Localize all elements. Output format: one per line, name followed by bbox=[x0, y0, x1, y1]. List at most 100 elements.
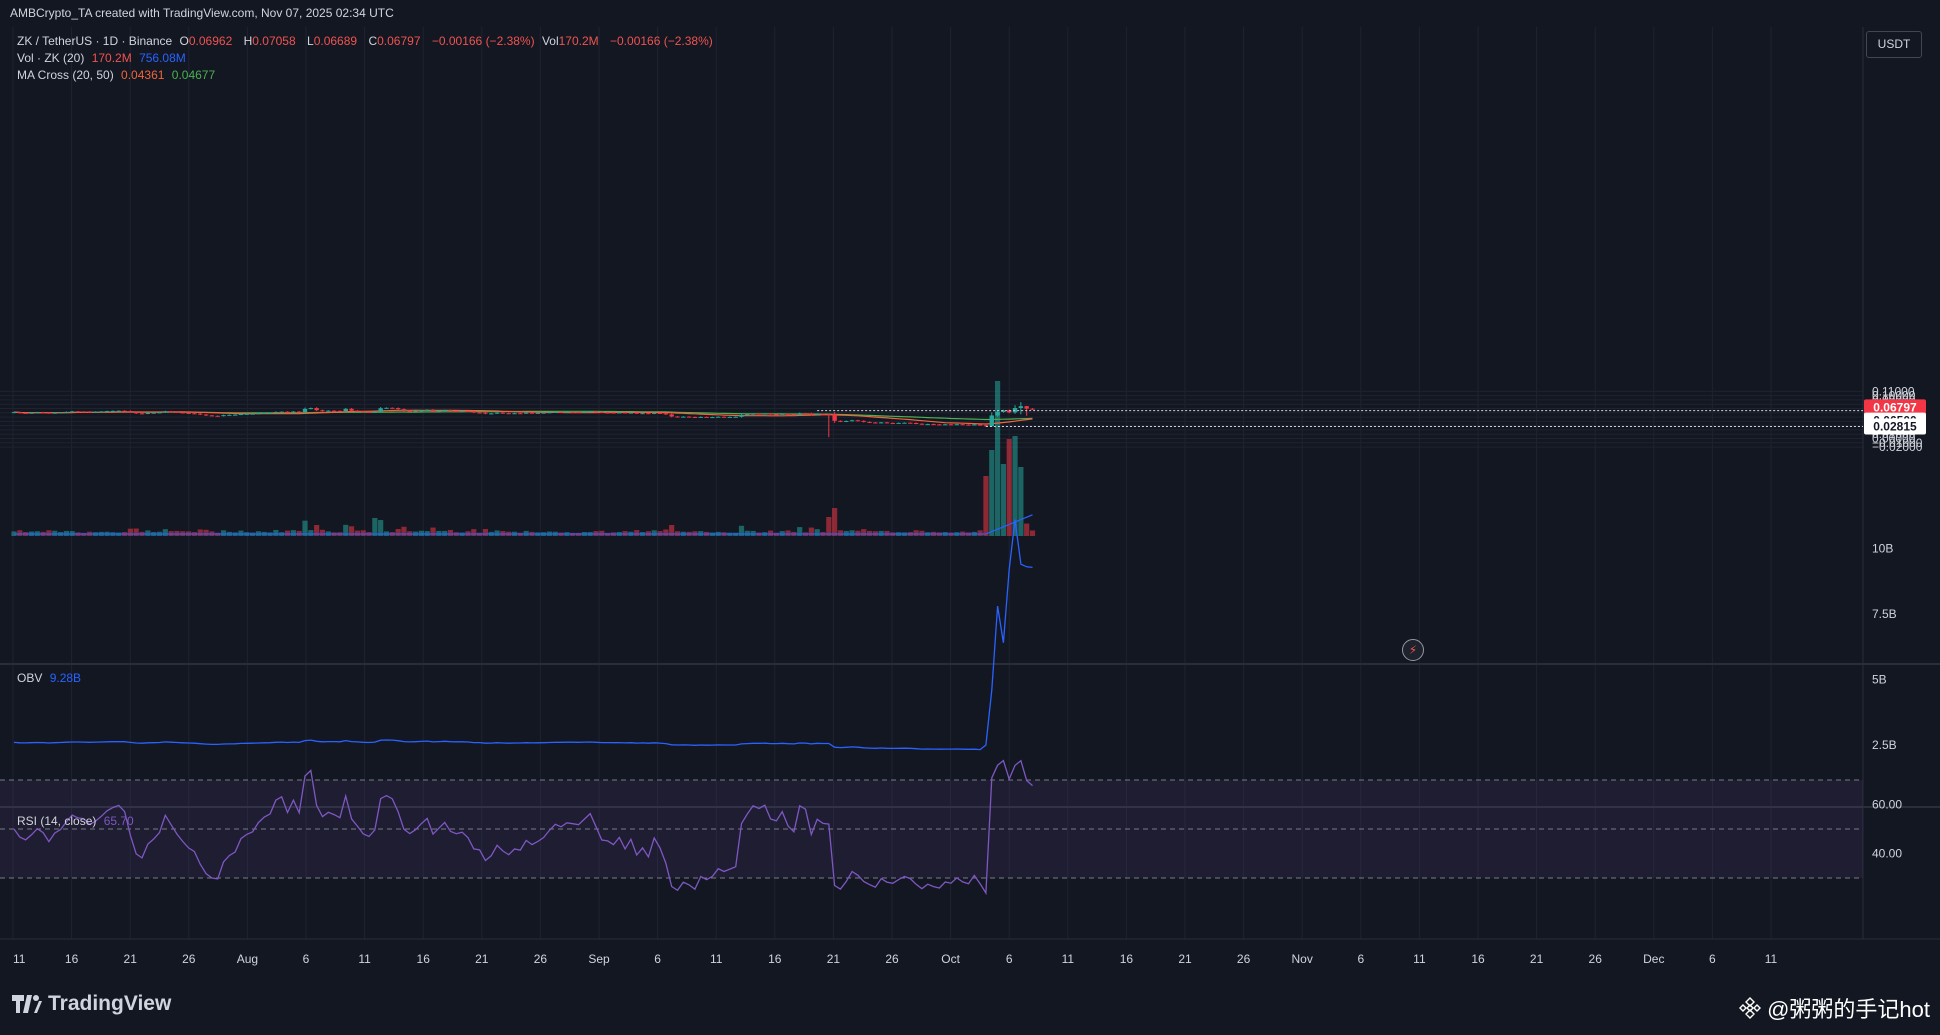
time-axis-label: 21 bbox=[475, 952, 489, 966]
volume-bar bbox=[395, 529, 401, 536]
volume-bar bbox=[599, 530, 605, 536]
candle-body bbox=[500, 412, 506, 414]
candle-body bbox=[81, 411, 87, 413]
candle-body bbox=[657, 412, 663, 414]
time-axis-label: 26 bbox=[182, 952, 196, 966]
candle-body bbox=[523, 412, 529, 414]
candle-body bbox=[768, 413, 773, 415]
candle-body bbox=[803, 413, 808, 415]
candle-body bbox=[29, 412, 34, 414]
obv-value: 9.28B bbox=[49, 671, 82, 685]
candle-body bbox=[1018, 406, 1024, 408]
candle-body bbox=[395, 408, 401, 410]
obv-legend[interactable]: OBV 9.28B bbox=[17, 671, 85, 685]
volume-value: 170.2M bbox=[91, 51, 132, 65]
candle-body bbox=[314, 408, 319, 411]
ma-indicator-name[interactable]: MA Cross (20, 50) bbox=[17, 68, 114, 82]
volume-bar bbox=[17, 530, 23, 536]
candle-body bbox=[634, 412, 639, 414]
volume-bar bbox=[1029, 530, 1036, 536]
candle-body bbox=[931, 424, 936, 426]
candle-body bbox=[186, 412, 191, 414]
candle-body bbox=[128, 410, 133, 413]
candle-body bbox=[832, 414, 837, 421]
candle-body bbox=[46, 412, 52, 414]
time-axis-label: 6 bbox=[1357, 952, 1364, 966]
candle-body bbox=[750, 413, 756, 415]
rsi-value: 65.70 bbox=[103, 814, 134, 828]
obv-axis-label: 7.5B bbox=[1872, 607, 1897, 621]
candle-body bbox=[198, 413, 203, 415]
candle-body bbox=[599, 411, 605, 413]
lightning-icon[interactable]: ⚡ bbox=[1402, 639, 1424, 661]
time-axis-label: 16 bbox=[1120, 952, 1134, 966]
rsi-indicator-name[interactable]: RSI (14, close) bbox=[17, 814, 96, 828]
candle-body bbox=[977, 424, 983, 426]
candle-body bbox=[430, 409, 436, 412]
candle-body bbox=[296, 411, 302, 413]
candle-body bbox=[960, 424, 965, 426]
chart-canvas[interactable]: 0.110000.100000.090000.080000.070000.060… bbox=[0, 27, 1940, 978]
symbol-name[interactable]: ZK / TetherUS · 1D · Binance bbox=[17, 34, 172, 48]
candle-body bbox=[966, 424, 971, 426]
time-axis-label: 6 bbox=[303, 952, 310, 966]
volume-bar bbox=[1024, 523, 1030, 536]
obv-indicator-name[interactable]: OBV bbox=[17, 671, 42, 685]
volume-bar bbox=[797, 527, 803, 536]
candle-body bbox=[320, 410, 325, 412]
binance-diamond-icon bbox=[1739, 997, 1762, 1019]
candle-body bbox=[285, 411, 290, 413]
volume-ma-value: 756.08M bbox=[139, 51, 186, 65]
volume-bar bbox=[744, 530, 750, 536]
candle-body bbox=[250, 413, 255, 415]
candle-body bbox=[692, 416, 698, 418]
candle-body bbox=[11, 412, 17, 414]
volume-bar bbox=[203, 529, 209, 536]
candle-body bbox=[745, 414, 750, 416]
symbol-legend[interactable]: ZK / TetherUS · 1D · Binance O0.06962 H0… bbox=[17, 34, 717, 48]
candle-body bbox=[407, 410, 412, 412]
time-axis-label: 11 bbox=[1062, 952, 1075, 966]
volume-legend[interactable]: Vol · ZK (20) 170.2M 756.08M bbox=[17, 51, 190, 65]
footer: TradingView @粥粥的手记hot bbox=[0, 978, 1940, 1035]
candle-body bbox=[168, 411, 174, 413]
candle-body bbox=[139, 413, 145, 415]
candle-body bbox=[151, 412, 156, 414]
currency-button[interactable]: USDT bbox=[1866, 31, 1922, 58]
tradingview-logo[interactable]: TradingView bbox=[12, 992, 171, 1016]
candle-body bbox=[244, 413, 249, 415]
candle-body bbox=[203, 414, 209, 416]
candle-body bbox=[617, 412, 622, 414]
candle-body bbox=[913, 422, 919, 424]
ma-legend[interactable]: MA Cross (20, 50) 0.04361 0.04677 bbox=[17, 68, 219, 82]
legend-close: C0.06797 bbox=[368, 34, 421, 48]
legend-low: L0.06689 bbox=[307, 34, 358, 48]
volume-bar bbox=[855, 530, 861, 536]
volume-bar bbox=[220, 530, 227, 536]
candle-body bbox=[58, 412, 63, 414]
candle-body bbox=[564, 411, 570, 413]
volume-bar bbox=[319, 529, 326, 536]
candle-body bbox=[372, 411, 378, 413]
time-axis-label: 21 bbox=[124, 952, 138, 966]
candle-body bbox=[425, 409, 430, 411]
volume-bar bbox=[663, 529, 669, 536]
candle-body bbox=[378, 408, 383, 412]
candle-body bbox=[919, 423, 925, 425]
candle-body bbox=[17, 412, 23, 414]
volume-bar bbox=[482, 529, 489, 536]
time-axis-label: Aug bbox=[237, 952, 258, 966]
candle-body bbox=[727, 416, 733, 418]
time-axis-label: 26 bbox=[534, 952, 548, 966]
time-axis-label: 26 bbox=[885, 952, 899, 966]
candle-body bbox=[52, 412, 57, 414]
candle-body bbox=[366, 412, 372, 414]
candle-body bbox=[686, 416, 692, 418]
volume-bar bbox=[401, 526, 407, 536]
volume-bar bbox=[127, 528, 133, 536]
volume-indicator-name[interactable]: Vol · ZK (20) bbox=[17, 51, 84, 65]
time-axis-label: Dec bbox=[1643, 952, 1664, 966]
rsi-legend[interactable]: RSI (14, close) 65.70 bbox=[17, 814, 138, 828]
volume-bar bbox=[977, 530, 983, 536]
volume-bar bbox=[471, 529, 477, 536]
